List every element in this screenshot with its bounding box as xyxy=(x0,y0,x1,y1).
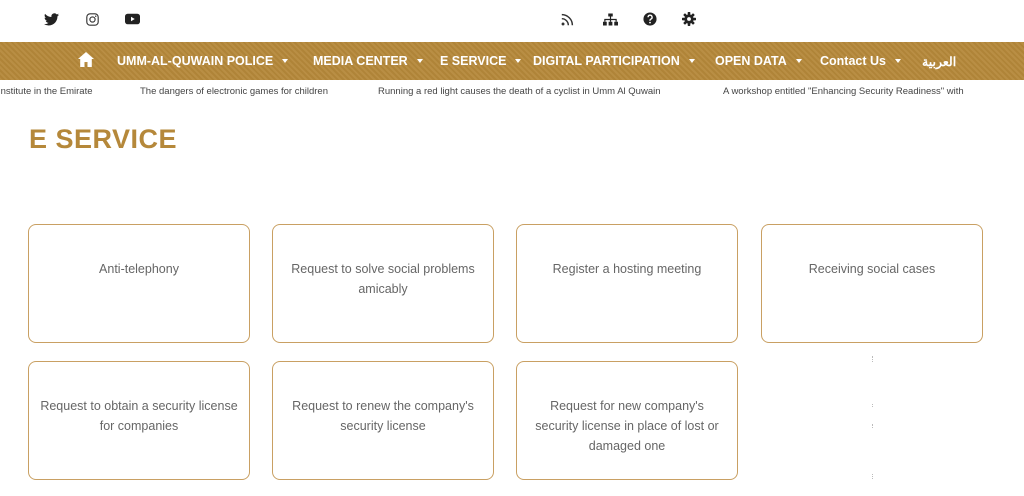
ticker-item[interactable]: Institute in the Emirate xyxy=(0,86,93,97)
rss-icon[interactable] xyxy=(558,10,576,28)
service-card-anti-telephony[interactable]: Anti-telephony xyxy=(28,224,250,343)
nav-item-open-data[interactable]: OPEN DATA xyxy=(715,42,802,80)
service-card-label: Register a hosting meeting xyxy=(552,262,702,276)
nav-item-contact-us[interactable]: Contact Us xyxy=(820,42,901,80)
nav-item-umm-al-quwain-police[interactable]: UMM-AL-QUWAIN POLICE xyxy=(117,42,289,80)
nav-item-digital-participation[interactable]: DIGITAL PARTICIPATION xyxy=(533,42,695,80)
chevron-down-icon xyxy=(515,59,522,63)
ticker-item[interactable]: The dangers of electronic games for chil… xyxy=(140,86,328,97)
chevron-down-icon xyxy=(282,59,289,63)
twitter-icon[interactable] xyxy=(42,10,60,28)
ticker-item[interactable]: Running a red light causes the death of … xyxy=(378,86,661,97)
nav-item-e-service[interactable]: E SERVICE xyxy=(440,42,522,80)
youtube-icon[interactable] xyxy=(123,10,141,28)
instagram-icon[interactable] xyxy=(83,10,101,28)
chevron-down-icon xyxy=(894,59,901,63)
decorative-divider xyxy=(872,474,873,479)
service-card-replace-security-license[interactable]: Request for new company's security licen… xyxy=(516,361,738,480)
sitemap-icon[interactable] xyxy=(601,10,619,28)
news-ticker: Institute in the Emirate The dangers of … xyxy=(0,86,1024,102)
service-card-label: Request for new company's security licen… xyxy=(535,399,719,453)
service-card-receiving-social-cases[interactable]: Receiving social cases xyxy=(761,224,983,343)
chevron-down-icon xyxy=(416,59,423,63)
ticker-item[interactable]: A workshop entitled "Enhancing Security … xyxy=(723,86,964,97)
chevron-down-icon xyxy=(795,59,802,63)
service-card-register-hosting-meeting[interactable]: Register a hosting meeting xyxy=(516,224,738,343)
decorative-divider xyxy=(872,356,873,362)
service-card-label: Request to solve social problems amicabl… xyxy=(291,262,475,296)
service-card-security-license[interactable]: Request to obtain a security license for… xyxy=(28,361,250,480)
top-utility-bar xyxy=(0,0,1024,40)
help-icon[interactable] xyxy=(641,10,659,28)
service-card-label: Anti-telephony xyxy=(99,262,179,276)
chevron-down-icon xyxy=(688,59,695,63)
main-navigation: UMM-AL-QUWAIN POLICE MEDIA CENTER E SERV… xyxy=(0,42,1024,80)
settings-icon[interactable] xyxy=(680,10,698,28)
page-title: E SERVICE xyxy=(29,124,178,154)
home-icon[interactable] xyxy=(78,52,94,68)
language-switch[interactable]: العربية xyxy=(922,42,956,80)
decorative-divider xyxy=(872,424,873,428)
service-card-label: Request to renew the company's security … xyxy=(292,399,474,433)
service-card-solve-social-problems[interactable]: Request to solve social problems amicabl… xyxy=(272,224,494,343)
decorative-divider xyxy=(872,404,873,407)
nav-item-media-center[interactable]: MEDIA CENTER xyxy=(313,42,423,80)
service-card-renew-security-license[interactable]: Request to renew the company's security … xyxy=(272,361,494,480)
service-card-label: Receiving social cases xyxy=(808,262,936,276)
service-card-label: Request to obtain a security license for… xyxy=(40,399,238,433)
